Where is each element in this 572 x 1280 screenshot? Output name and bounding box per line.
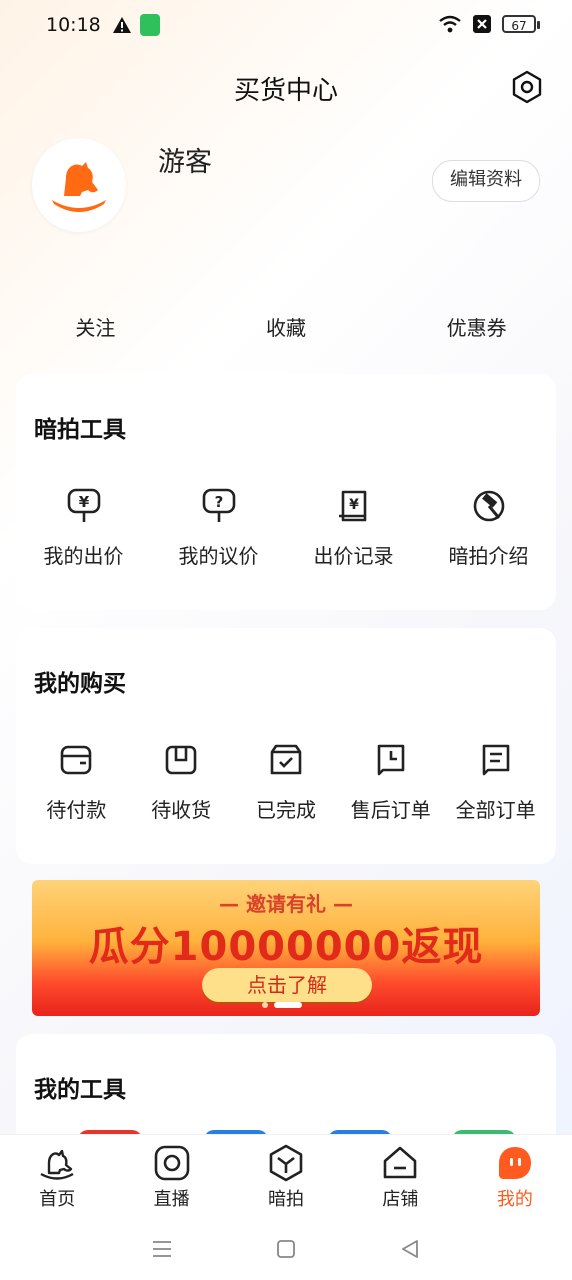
page-title: 买货中心 xyxy=(233,76,338,106)
status-time: 10:18 xyxy=(46,14,101,36)
my-bids-label: 我的出价 xyxy=(43,544,124,568)
system-nav-bar xyxy=(0,1218,572,1280)
settings-icon[interactable] xyxy=(510,70,544,104)
bottom-tab-bar: 首页 直播 暗拍 店铺 我的 xyxy=(0,1134,572,1219)
wifi-icon xyxy=(439,15,461,33)
coupons-link[interactable]: 优惠券 xyxy=(381,312,572,341)
edit-profile-button[interactable]: 编辑资料 xyxy=(432,160,540,202)
purchases-title: 我的购买 xyxy=(34,671,126,697)
banner-headline: 瓜分10000000返现 xyxy=(88,924,484,970)
store-icon xyxy=(384,1146,417,1179)
tab-live[interactable]: 直播 xyxy=(114,1135,228,1219)
pending-payment-label: 待付款 xyxy=(46,798,107,822)
completed-button[interactable]: 已完成 xyxy=(234,740,339,823)
package-icon xyxy=(165,745,197,775)
favorites-link[interactable]: 收藏 xyxy=(191,312,382,341)
receipt-icon: ¥ xyxy=(338,490,366,522)
bid-history-button[interactable]: ¥ 出价记录 xyxy=(300,486,408,569)
purchases-grid: 待付款 待收货 已完成 售后订单 全部订单 xyxy=(16,740,556,823)
tab-store-label: 店铺 xyxy=(382,1189,419,1210)
home-square-icon[interactable] xyxy=(274,1237,298,1261)
auction-tools-card: 暗拍工具 ¥ 我的出价 ? 我的议价 ¥ 出价记录 暗拍介绍 xyxy=(16,374,556,610)
gavel-icon xyxy=(473,490,504,522)
banner-dot-active xyxy=(274,1002,302,1008)
tab-auction[interactable]: 暗拍 xyxy=(229,1135,343,1219)
menu-icon[interactable] xyxy=(150,1237,174,1261)
svg-text:¥: ¥ xyxy=(349,497,359,513)
top-bar: 买货中心 xyxy=(0,62,572,112)
quick-links: 关注 收藏 优惠券 xyxy=(0,312,572,341)
svg-text:¥: ¥ xyxy=(78,493,89,511)
list-doc-icon xyxy=(482,744,509,776)
my-negotiations-label: 我的议价 xyxy=(178,544,259,568)
tab-mine-label: 我的 xyxy=(496,1189,533,1210)
tab-mine[interactable]: 我的 xyxy=(458,1135,572,1219)
avatar[interactable] xyxy=(32,138,126,232)
tab-auction-label: 暗拍 xyxy=(268,1189,305,1210)
no-signal-icon xyxy=(473,15,491,33)
yen-bubble-icon: ¥ xyxy=(67,488,100,522)
status-bar: 10:18 67 xyxy=(0,0,572,52)
auction-tools-grid: ¥ 我的出价 ? 我的议价 ¥ 出价记录 暗拍介绍 xyxy=(16,486,556,569)
back-triangle-icon[interactable] xyxy=(398,1237,422,1261)
banner-subtitle: — 邀请有礼 — xyxy=(219,892,353,916)
tab-live-label: 直播 xyxy=(153,1189,190,1210)
my-negotiations-button[interactable]: ? 我的议价 xyxy=(165,486,273,569)
all-orders-label: 全部订单 xyxy=(455,798,536,822)
auction-tools-title: 暗拍工具 xyxy=(34,417,126,443)
warning-icon xyxy=(113,17,131,33)
bid-history-label: 出价记录 xyxy=(313,544,394,568)
all-orders-button[interactable]: 全部订单 xyxy=(443,740,548,823)
completed-label: 已完成 xyxy=(255,798,316,822)
sim-icon xyxy=(140,14,160,36)
auction-intro-button[interactable]: 暗拍介绍 xyxy=(435,486,543,569)
tab-home-label: 首页 xyxy=(39,1189,76,1210)
pending-receipt-label: 待收货 xyxy=(151,798,212,822)
horse-icon xyxy=(40,1149,74,1180)
username: 游客 xyxy=(158,147,212,178)
my-bids-button[interactable]: ¥ 我的出价 xyxy=(30,486,138,569)
clock-doc-icon xyxy=(377,744,405,776)
after-sales-label: 售后订单 xyxy=(350,798,431,822)
pending-payment-button[interactable]: 待付款 xyxy=(24,740,129,823)
auction-intro-label: 暗拍介绍 xyxy=(448,544,529,568)
svg-text:?: ? xyxy=(214,493,223,511)
my-tools-title: 我的工具 xyxy=(34,1077,126,1103)
horse-logo-icon xyxy=(52,162,106,212)
purchases-card: 我的购买 待付款 待收货 已完成 售后订单 全部订单 xyxy=(16,628,556,864)
camera-icon xyxy=(154,1145,189,1181)
banner-dot xyxy=(262,1002,268,1008)
question-bubble-icon: ? xyxy=(202,488,235,522)
wallet-icon xyxy=(61,745,92,775)
battery-indicator: 67 xyxy=(502,15,540,33)
box-check-icon xyxy=(270,744,302,775)
banner-pagination xyxy=(262,1002,302,1008)
follow-link[interactable]: 关注 xyxy=(0,312,191,341)
invite-banner[interactable]: — 邀请有礼 — 瓜分10000000返现 点击了解 xyxy=(32,880,540,1016)
banner-learn-more-button[interactable]: 点击了解 xyxy=(202,968,372,1002)
after-sales-button[interactable]: 售后订单 xyxy=(338,740,443,823)
cube-icon xyxy=(269,1144,303,1182)
tab-store[interactable]: 店铺 xyxy=(343,1135,457,1219)
profile-icon xyxy=(498,1147,531,1179)
pending-receipt-button[interactable]: 待收货 xyxy=(129,740,234,823)
tab-home[interactable]: 首页 xyxy=(0,1135,114,1219)
